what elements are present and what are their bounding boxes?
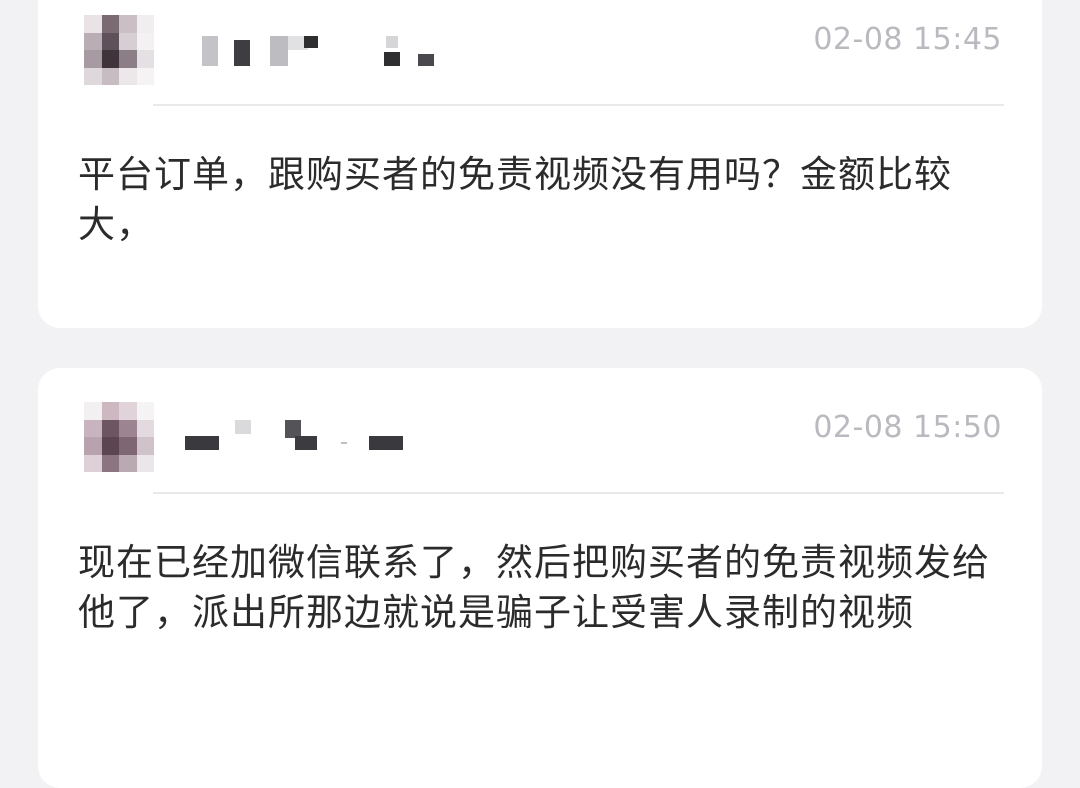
avatar[interactable]: [84, 402, 154, 472]
message-text: 现在已经加微信联系了，然后把购买者的免责视频发给他了，派出所那边就说是骗子让受害…: [78, 541, 990, 634]
message-card: 02-08 15:45 平台订单，跟购买者的免责视频没有用吗？金额比较大，: [38, 0, 1042, 328]
header-divider: [153, 492, 1004, 494]
message-card: 02-08 15:50 现在已经加微信联系了，然后把购买者的免责视频发给他了，派…: [38, 368, 1042, 788]
message-timestamp: 02-08 15:45: [813, 22, 1002, 57]
header-divider: [153, 104, 1004, 106]
avatar[interactable]: [84, 15, 154, 85]
message-text: 平台订单，跟购买者的免责视频没有用吗？金额比较大，: [78, 153, 952, 246]
username-redacted: [198, 30, 448, 70]
message-timestamp: 02-08 15:50: [813, 410, 1002, 445]
username-redacted: [183, 416, 413, 456]
